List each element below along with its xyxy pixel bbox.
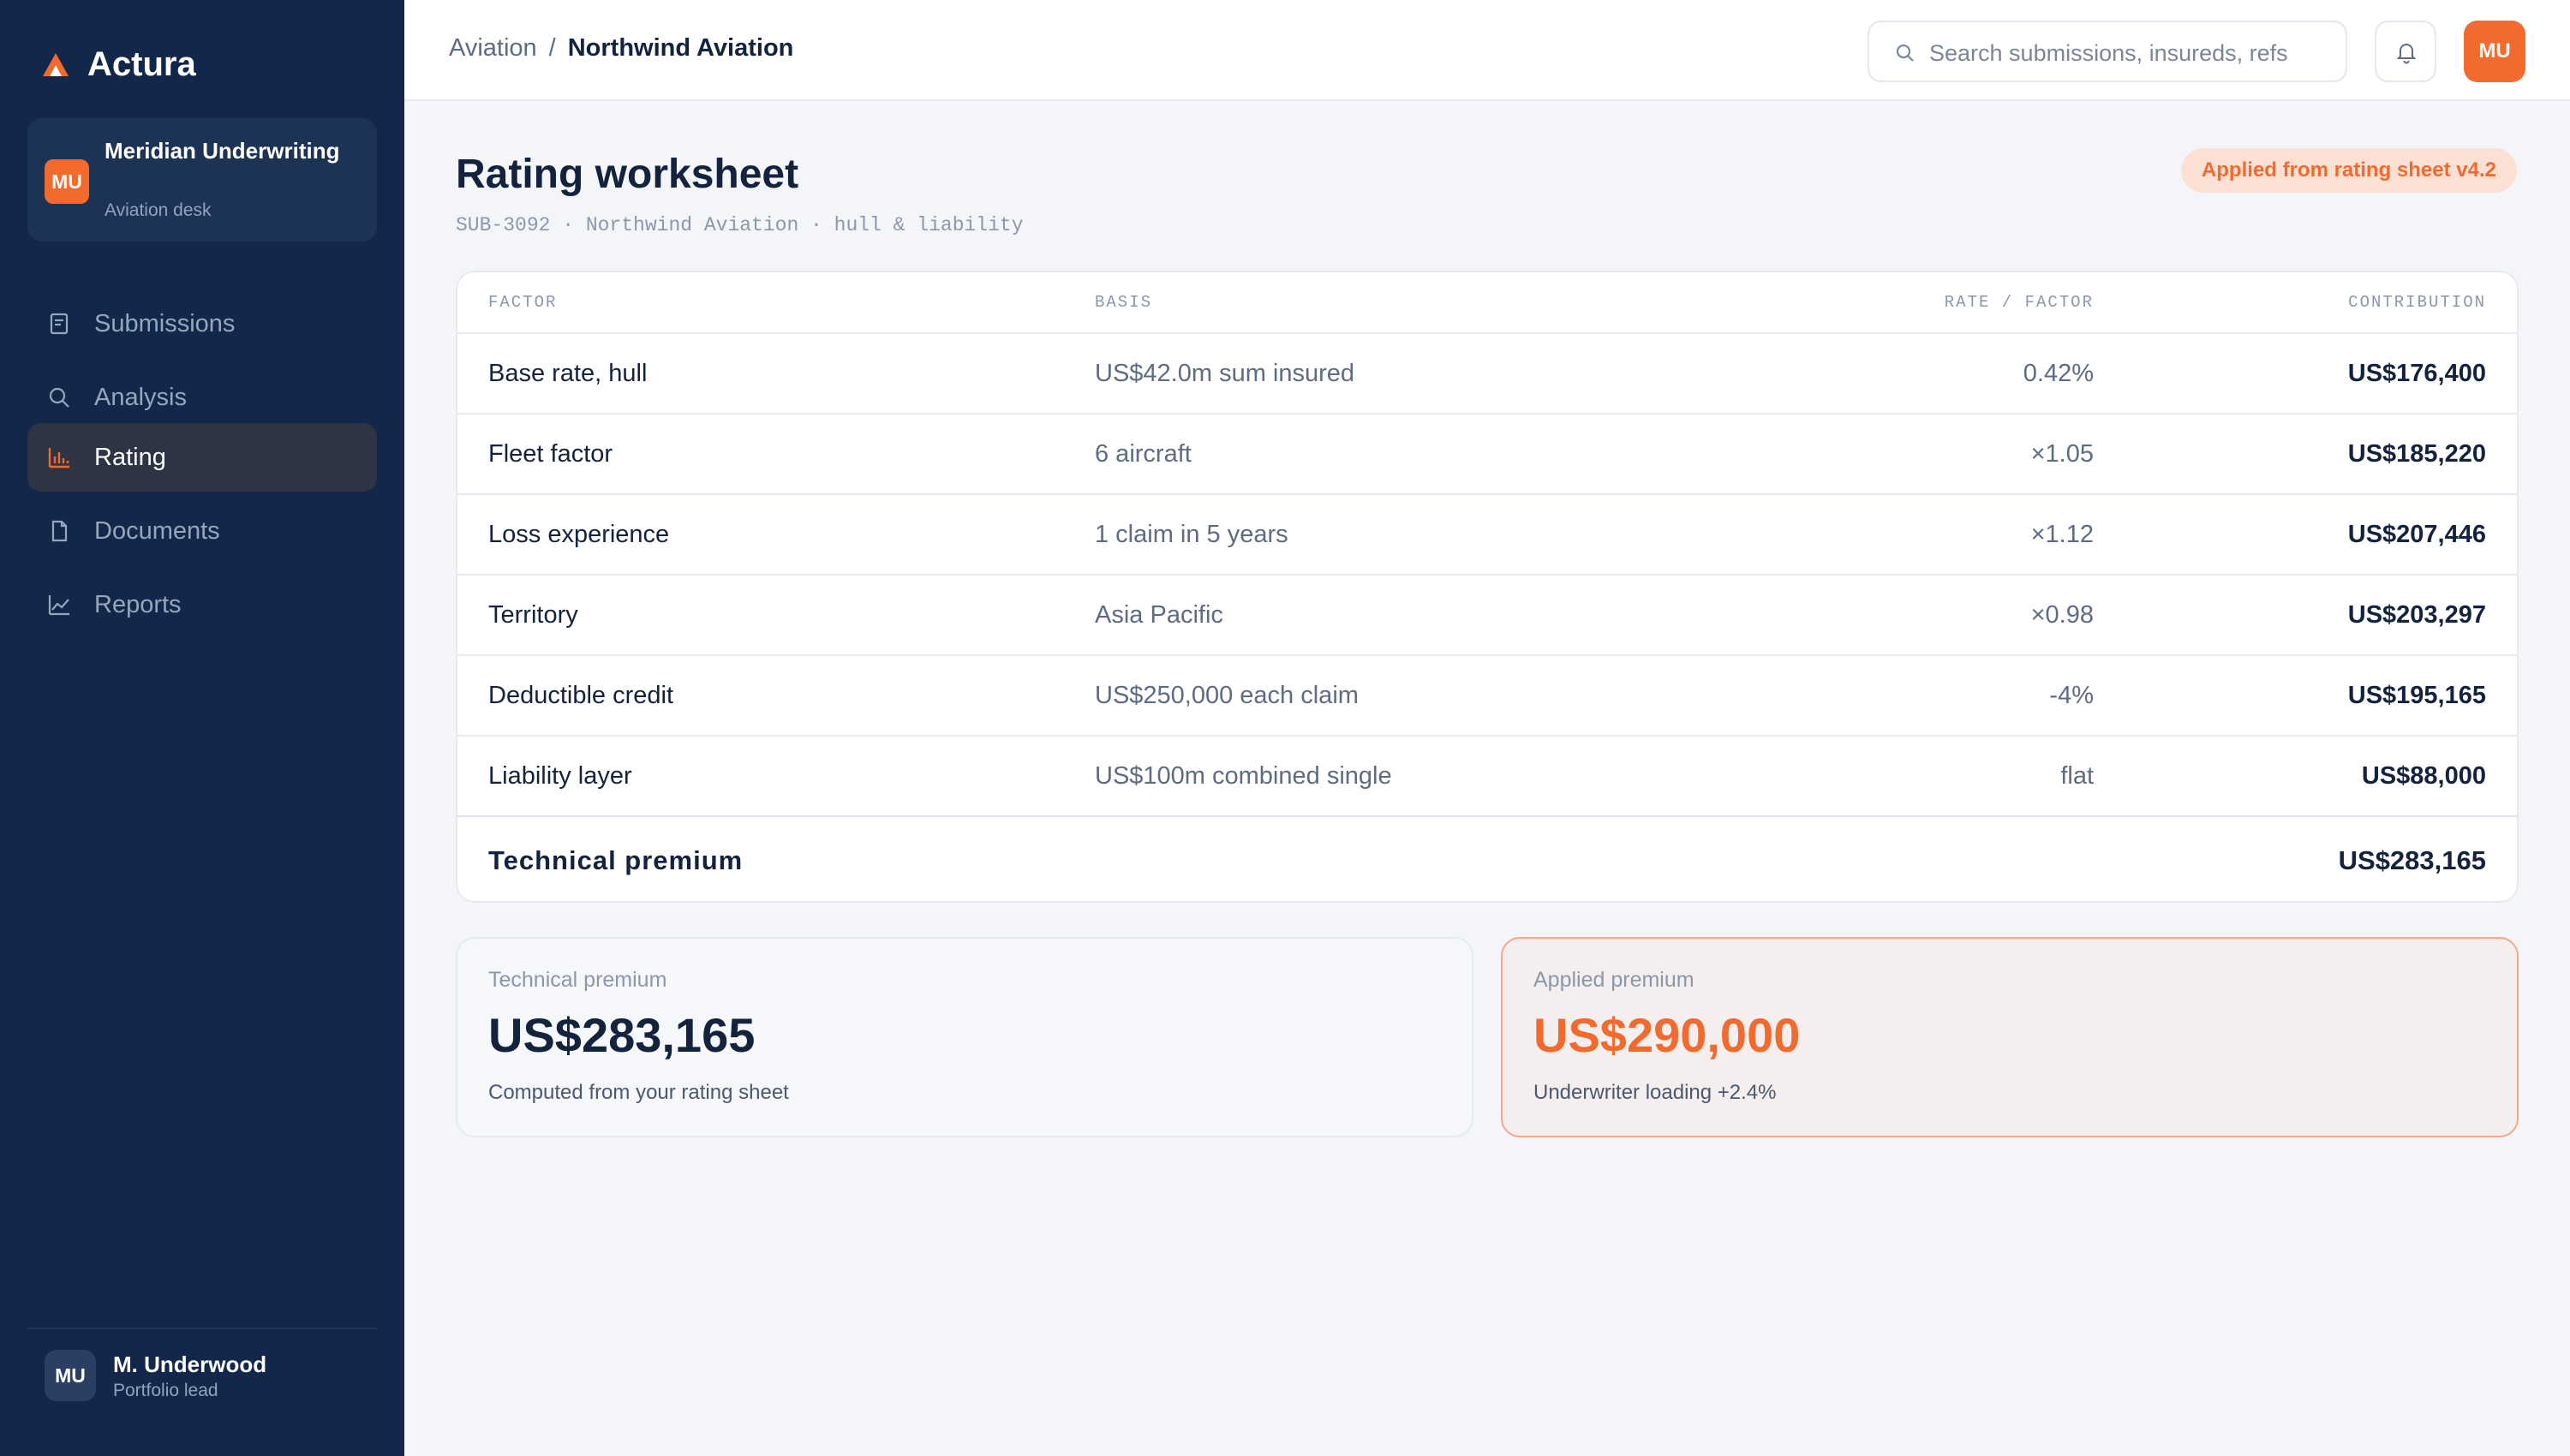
column-header-basis: Basis (1095, 293, 1153, 312)
sidebar-item-label: Submissions (94, 310, 236, 337)
breadcrumb: Aviation / Northwind Aviation (449, 34, 793, 63)
cell-factor: Liability layer (488, 762, 632, 790)
sidebar-item-rating[interactable]: Rating (27, 423, 377, 492)
applied-premium-card: Applied premium US$290,000 Underwriter l… (1501, 937, 2519, 1137)
bell-icon (2396, 44, 2417, 64)
applied-premium-label: Applied premium (1533, 968, 1694, 992)
sidebar-item-label: Rating (94, 444, 166, 471)
cell-rate: 0.42% (2023, 360, 2094, 387)
column-header-rate: Rate / factor (1944, 293, 2094, 312)
table-row[interactable]: Loss experience 1 claim in 5 years ×1.12… (457, 495, 2517, 576)
notifications-button[interactable] (2375, 21, 2436, 82)
sidebar-item-label: Analysis (94, 384, 187, 411)
breadcrumb-current: Northwind Aviation (567, 34, 794, 62)
cell-contribution: US$88,000 (2361, 762, 2486, 790)
topbar: Aviation / Northwind Aviation MU (404, 0, 2570, 101)
table-row[interactable]: Territory Asia Pacific ×0.98 US$203,297 (457, 576, 2517, 656)
sidebar: Actura MU Meridian Underwriting Aviation… (0, 0, 404, 1456)
table-row[interactable]: Liability layer US$100m combined single … (457, 737, 2517, 817)
sidebar-item-reports[interactable]: Reports (27, 570, 377, 639)
table-row[interactable]: Base rate, hull US$42.0m sum insured 0.4… (457, 334, 2517, 415)
sidebar-item-documents[interactable]: Documents (27, 497, 377, 565)
org-desk: Aviation desk (105, 200, 212, 220)
table-header: Factor Basis Rate / factor Contribution (457, 272, 2517, 334)
page-title: Rating worksheet (456, 152, 799, 197)
cell-rate: ×0.98 (2030, 601, 2094, 629)
brand[interactable]: Actura (41, 43, 196, 86)
sidebar-item-label: Documents (94, 517, 220, 545)
cell-factor: Fleet factor (488, 440, 613, 468)
column-header-factor: Factor (488, 293, 558, 312)
cell-contribution: US$207,446 (2347, 521, 2486, 548)
line-chart-icon (48, 595, 69, 616)
total-label: Technical premium (488, 845, 744, 875)
actura-logo-icon (43, 53, 69, 76)
cell-basis: 1 claim in 5 years (1095, 521, 1288, 548)
technical-premium-card: Technical premium US$283,165 Computed fr… (456, 937, 1473, 1137)
cell-rate: -4% (2049, 682, 2094, 709)
search-box[interactable] (1868, 21, 2347, 82)
total-value: US$283,165 (2338, 845, 2486, 875)
sidebar-item-analysis[interactable]: Analysis (27, 363, 377, 432)
bar-chart-icon (48, 448, 69, 468)
cell-factor: Territory (488, 601, 578, 629)
user-name: M. Underwood (113, 1352, 267, 1377)
avatar: MU (45, 1350, 96, 1401)
sidebar-divider (27, 1328, 377, 1329)
technical-premium-value: US$283,165 (488, 1008, 756, 1062)
applied-premium-value: US$290,000 (1533, 1008, 1801, 1062)
cell-basis: US$100m combined single (1095, 762, 1392, 790)
cell-basis: Asia Pacific (1095, 601, 1223, 629)
cell-factor: Deductible credit (488, 682, 673, 709)
cell-contribution: US$203,297 (2347, 601, 2486, 629)
cell-contribution: US$185,220 (2347, 440, 2486, 468)
cell-basis: US$42.0m sum insured (1095, 360, 1355, 387)
cell-contribution: US$176,400 (2347, 360, 2486, 387)
search-icon (1896, 44, 1914, 62)
file-icon (51, 520, 68, 542)
technical-premium-label: Technical premium (488, 968, 667, 992)
cell-rate: ×1.05 (2030, 440, 2094, 468)
technical-premium-note: Computed from your rating sheet (488, 1081, 789, 1104)
breadcrumb-parent[interactable]: Aviation (449, 34, 537, 63)
table-total-row: Technical premium US$283,165 (457, 815, 2517, 901)
sidebar-item-label: Reports (94, 591, 182, 618)
document-list-icon (50, 313, 69, 335)
cell-basis: 6 aircraft (1095, 440, 1192, 468)
status-badge: Applied from rating sheet v4.2 (2180, 148, 2517, 193)
table-row[interactable]: Deductible credit US$250,000 each claim … (457, 656, 2517, 737)
org-avatar: MU (45, 159, 89, 204)
applied-premium-note: Underwriter loading +2.4% (1533, 1081, 1777, 1104)
cell-factor: Loss experience (488, 521, 670, 548)
search-input[interactable] (1929, 34, 2332, 72)
page-subtitle: SUB-3092 · Northwind Aviation · hull & l… (456, 214, 1024, 236)
cell-rate: flat (2060, 762, 2094, 790)
brand-name: Actura (87, 45, 196, 83)
cell-factor: Base rate, hull (488, 360, 648, 387)
column-header-contribution: Contribution (2348, 293, 2486, 312)
rating-table: Factor Basis Rate / factor Contribution … (456, 271, 2519, 903)
org-name: Meridian Underwriting (105, 138, 340, 164)
search-icon (49, 387, 69, 408)
sidebar-item-submissions[interactable]: Submissions (27, 289, 377, 358)
org-switcher[interactable]: MU Meridian Underwriting Aviation desk (27, 118, 377, 242)
cell-contribution: US$195,165 (2347, 682, 2486, 709)
avatar[interactable]: MU (2464, 21, 2525, 82)
user-role: Portfolio lead (113, 1381, 218, 1400)
cell-basis: US$250,000 each claim (1095, 682, 1359, 709)
breadcrumb-separator: / (548, 34, 556, 62)
table-row[interactable]: Fleet factor 6 aircraft ×1.05 US$185,220 (457, 415, 2517, 495)
cell-rate: ×1.12 (2030, 521, 2094, 548)
